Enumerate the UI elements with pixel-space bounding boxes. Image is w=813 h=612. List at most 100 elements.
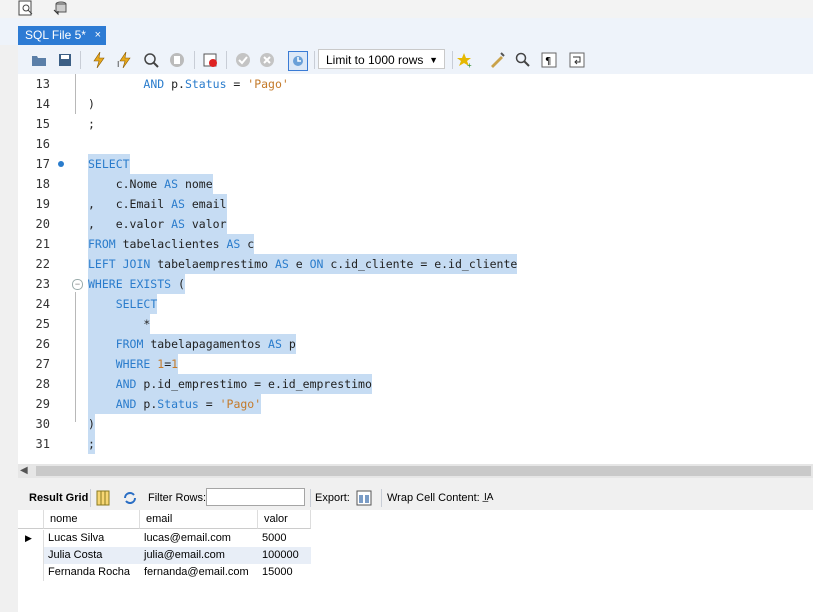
code-line[interactable]: 29 AND p.Status = 'Pago' [18,394,813,414]
code-token: p.id_emprestimo = e.id_emprestimo [136,377,372,391]
scrollbar-thumb[interactable] [36,466,811,476]
code-line[interactable]: 27 WHERE 1=1 [18,354,813,374]
tab-sql-file[interactable]: SQL File 5* × [18,26,106,45]
code-line[interactable]: 30) [18,414,813,434]
column-header[interactable]: nome [44,510,140,529]
tab-strip [0,18,813,45]
sql-editor[interactable]: 13 AND p.Status = 'Pago' 14) 15; 16 17 SELECT… [18,74,813,464]
code-line[interactable]: 31; [18,434,813,454]
fold-toggle-icon[interactable]: − [72,279,83,290]
code-token: LEFT JOIN [88,257,151,271]
column-header[interactable]: valor [258,510,311,529]
code-token: p. [136,397,158,411]
table-cell[interactable]: Fernanda Rocha [44,564,140,581]
refresh-icon[interactable] [122,490,138,506]
line-number: 19 [35,197,50,211]
line-number: 20 [35,217,50,231]
code-token: SELECT [88,157,130,171]
column-header[interactable]: email [140,510,258,529]
code-text: FROM tabelapagamentos AS p [88,334,296,354]
reconnect-icon[interactable] [52,0,68,16]
table-cell[interactable]: Julia Costa [44,547,140,564]
code-line[interactable]: 14) [18,94,813,114]
code-line[interactable]: 24 SELECT [18,294,813,314]
row-header[interactable] [18,547,44,564]
code-line[interactable]: 15; [18,114,813,134]
execute-icon[interactable] [90,51,108,69]
close-icon[interactable]: × [95,26,101,45]
add-snippet-icon[interactable]: + [456,51,474,69]
line-number: 16 [35,137,50,151]
code-token: , c.Email [88,197,172,211]
limit-rows-dropdown[interactable]: Limit to 1000 rows ▼ [318,49,445,69]
open-folder-icon[interactable] [30,51,48,69]
code-text: SELECT [88,154,130,174]
toolbar-separator [310,489,311,507]
code-line[interactable]: 13 AND p.Status = 'Pago' [18,74,813,94]
code-line[interactable]: 17 SELECT [18,154,813,174]
table-cell[interactable]: fernanda@email.com [140,564,258,581]
code-token: FROM [115,337,144,351]
result-toolbar: Result Grid Filter Rows: Export: Wrap Ce… [18,486,813,510]
line-number: 23 [35,277,50,291]
table-cell[interactable]: 5000 [258,530,311,547]
code-line[interactable]: 25 * [18,314,813,334]
export-icon[interactable] [356,490,372,506]
code-line[interactable]: 18 c.Nome AS nome [18,174,813,194]
code-text: , c.Email AS email [88,194,227,214]
invisible-chars-icon[interactable]: ¶ [540,51,558,69]
line-number: 14 [35,97,50,111]
code-token: ON [309,257,324,271]
code-text: c.Nome AS nome [88,174,213,194]
wrap-cell-icon[interactable]: I̲A [484,486,493,510]
rollback-icon[interactable] [258,51,276,69]
scroll-left-icon[interactable]: ◀ [20,464,28,478]
toolbar-separator [90,489,91,507]
code-token: WHERE EXISTS [88,277,172,291]
code-text: LEFT JOIN tabelaemprestimo AS e ON c.id_… [88,254,518,274]
explain-icon[interactable] [142,51,160,69]
code-line[interactable]: 22 LEFT JOIN tabelaemprestimo AS e ON c.i… [18,254,813,274]
result-grid-tab[interactable]: Result Grid [29,486,88,510]
code-line[interactable]: 21 FROM tabelaclientes AS c [18,234,813,254]
wrap-icon[interactable] [568,51,586,69]
code-line[interactable]: 28 AND p.id_emprestimo = e.id_emprestimo [18,374,813,394]
row-header[interactable] [18,564,44,581]
table-cell[interactable]: Lucas Silva [44,530,140,547]
limit-rows-value: Limit to 1000 rows [326,53,424,67]
code-token: SELECT [115,297,158,311]
svg-text:+: + [467,61,472,68]
editor-horizontal-scrollbar[interactable]: ◀ [18,464,813,478]
stop-icon[interactable] [168,51,186,69]
table-cell[interactable]: 100000 [258,547,311,564]
find-icon[interactable] [514,51,532,69]
save-icon[interactable] [56,51,74,69]
autocommit-icon[interactable] [288,51,308,71]
toolbar-separator [381,489,382,507]
code-line[interactable]: 23 − WHERE EXISTS ( [18,274,813,294]
code-text: SELECT [88,294,158,314]
execute-current-icon[interactable]: I [116,51,134,69]
result-grid[interactable]: nome email valor ▶ Lucas Silva lucas@ema… [18,510,813,612]
code-line[interactable]: 16 [18,134,813,154]
query-inspector-icon[interactable] [18,0,34,16]
code-token: ) [88,417,95,431]
code-text: ) [88,414,95,434]
code-text: , e.valor AS valor [88,214,227,234]
filter-rows-input[interactable] [206,488,305,506]
grid-view-icon[interactable] [96,490,110,506]
code-line[interactable]: 19 , c.Email AS email [18,194,813,214]
code-line[interactable]: 26 FROM tabelapagamentos AS p [18,334,813,354]
table-cell[interactable]: julia@email.com [140,547,258,564]
toggle-error-icon[interactable] [202,51,220,69]
beautify-icon[interactable] [488,51,506,69]
commit-icon[interactable] [234,51,252,69]
table-cell[interactable]: 15000 [258,564,311,581]
code-token: 'Pago' [219,397,262,411]
row-header[interactable]: ▶ [18,530,44,547]
code-line[interactable]: 20 , e.valor AS valor [18,214,813,234]
table-cell[interactable]: lucas@email.com [140,530,258,547]
